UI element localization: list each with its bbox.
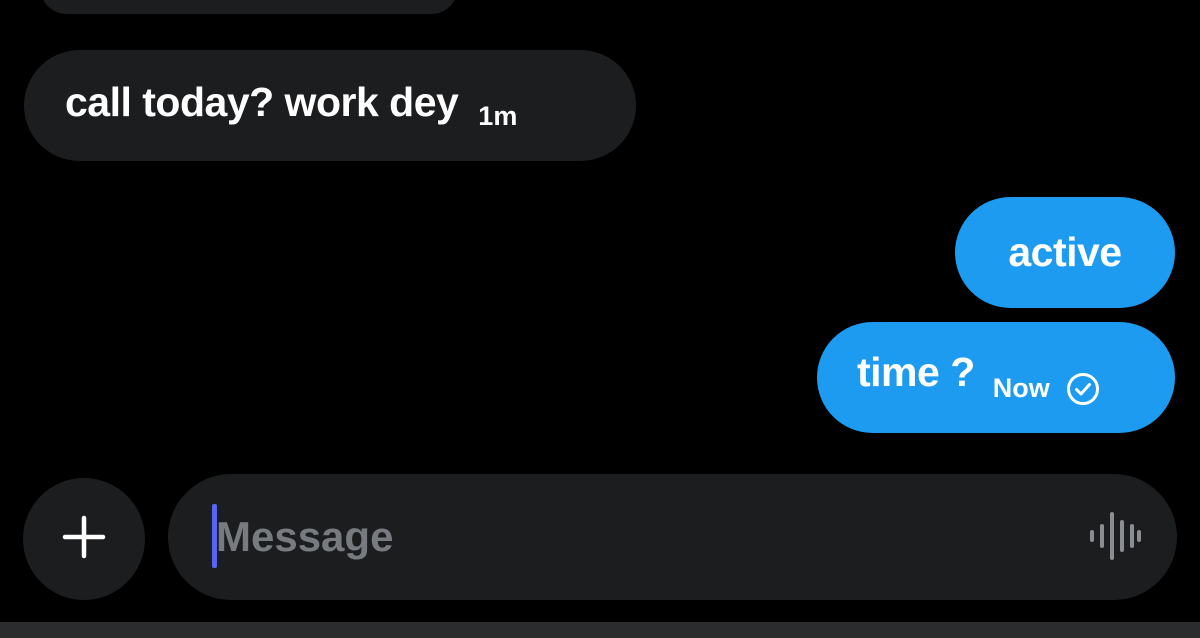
message-input[interactable] [216, 498, 1076, 576]
message-timestamp: Now [992, 373, 1050, 403]
partial-message-bubble [40, 0, 458, 14]
message-text: active [1008, 229, 1122, 275]
incoming-message-bubble[interactable]: call today? work dey 1m [24, 50, 636, 161]
message-timestamp: 1m [478, 101, 518, 131]
add-attachment-button[interactable] [23, 478, 145, 600]
outgoing-message-bubble[interactable]: time ? Now [817, 322, 1175, 433]
message-text: call today? work dey [65, 79, 459, 125]
voice-waveform-icon [1088, 510, 1142, 567]
message-text: time ? [857, 349, 975, 395]
bottom-bar [0, 622, 1200, 638]
sent-check-icon [1066, 372, 1100, 406]
voice-message-button[interactable] [1086, 510, 1144, 566]
plus-icon [62, 515, 106, 564]
message-composer [168, 474, 1177, 600]
outgoing-message-bubble[interactable]: active [955, 197, 1175, 308]
